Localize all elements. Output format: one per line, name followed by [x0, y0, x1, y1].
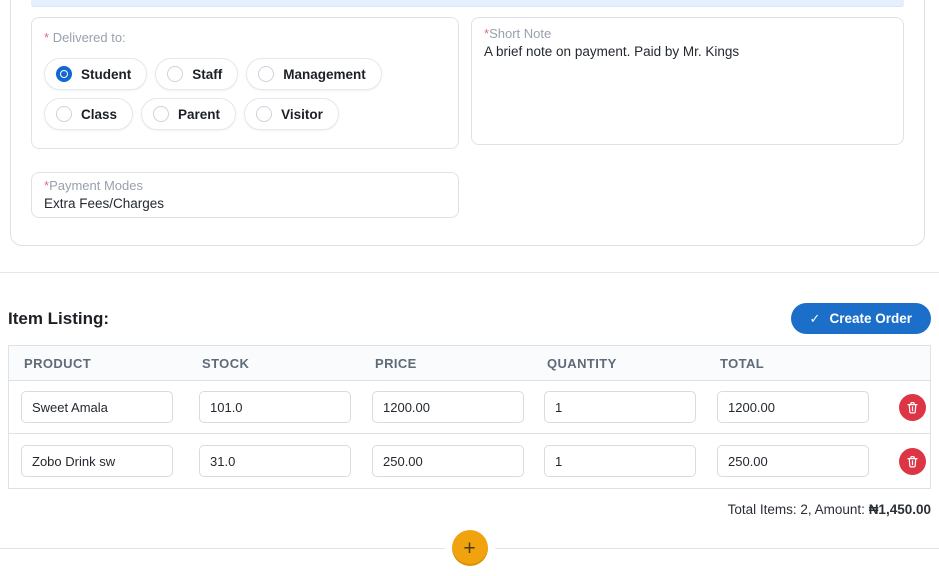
top-highlight-bar — [31, 0, 904, 7]
trash-icon — [906, 401, 919, 414]
delivered-to-group: * Delivered to: Student Staff Management — [31, 17, 459, 149]
divider-line-left — [0, 548, 445, 549]
delivered-to-label-text: Delivered to: — [53, 30, 126, 45]
total-input[interactable] — [717, 445, 869, 477]
product-input[interactable] — [21, 391, 173, 423]
radio-option-label: Management — [283, 67, 366, 82]
order-form-card: * Delivered to: Student Staff Management — [10, 0, 925, 246]
price-input[interactable] — [372, 391, 524, 423]
short-note-value[interactable]: A brief note on payment. Paid by Mr. Kin… — [484, 44, 891, 59]
quantity-input[interactable] — [544, 391, 696, 423]
radio-option-parent[interactable]: Parent — [141, 98, 236, 130]
radio-option-visitor[interactable]: Visitor — [244, 98, 339, 130]
radio-unchecked-icon — [56, 106, 72, 122]
add-item-divider: + — [0, 530, 939, 566]
item-listing-title: Item Listing: — [8, 309, 109, 329]
short-note-field[interactable]: *Short Note A brief note on payment. Pai… — [471, 17, 904, 145]
price-input[interactable] — [372, 445, 524, 477]
stock-input[interactable] — [199, 445, 351, 477]
column-header-quantity: QUANTITY — [532, 356, 705, 371]
delete-item-button[interactable] — [899, 394, 926, 421]
payment-modes-label: *Payment Modes — [44, 178, 446, 193]
radio-unchecked-icon — [167, 66, 183, 82]
radio-option-label: Visitor — [281, 107, 323, 122]
short-note-label: *Short Note — [484, 26, 891, 41]
radio-option-staff[interactable]: Staff — [155, 58, 238, 90]
create-order-label: Create Order — [829, 311, 912, 326]
divider-line-right — [495, 548, 939, 549]
stock-input[interactable] — [199, 391, 351, 423]
radio-option-student[interactable]: Student — [44, 58, 147, 90]
form-top-row: * Delivered to: Student Staff Management — [31, 17, 904, 149]
section-divider — [0, 272, 939, 273]
total-input[interactable] — [717, 391, 869, 423]
order-summary: Total Items: 2, Amount: ₦1,450.00 — [0, 502, 931, 517]
item-listing-header: Item Listing: ✓ Create Order — [8, 303, 931, 334]
radio-unchecked-icon — [153, 106, 169, 122]
delivered-to-label: * Delivered to: — [44, 30, 446, 45]
column-header-total: TOTAL — [705, 356, 877, 371]
column-header-stock: STOCK — [187, 356, 360, 371]
item-table: PRODUCT STOCK PRICE QUANTITY TOTAL — [8, 345, 931, 489]
product-input[interactable] — [21, 445, 173, 477]
table-header-row: PRODUCT STOCK PRICE QUANTITY TOTAL — [9, 346, 930, 381]
delete-item-button[interactable] — [899, 448, 926, 475]
plus-icon: + — [463, 538, 475, 559]
table-row — [9, 381, 930, 433]
trash-icon — [906, 455, 919, 468]
summary-prefix: Total Items: 2, Amount: — [728, 502, 869, 517]
column-header-price: PRICE — [360, 356, 532, 371]
radio-option-management[interactable]: Management — [246, 58, 382, 90]
radio-option-label: Staff — [192, 67, 222, 82]
table-row — [9, 433, 930, 488]
radio-option-class[interactable]: Class — [44, 98, 133, 130]
summary-amount: ₦1,450.00 — [869, 502, 931, 517]
delivered-to-options: Student Staff Management Class Parent — [44, 58, 409, 130]
radio-unchecked-icon — [258, 66, 274, 82]
radio-option-label: Student — [81, 67, 131, 82]
radio-checked-icon — [56, 66, 72, 82]
payment-modes-field[interactable]: *Payment Modes Extra Fees/Charges — [31, 172, 459, 218]
create-order-button[interactable]: ✓ Create Order — [791, 303, 931, 334]
quantity-input[interactable] — [544, 445, 696, 477]
payment-modes-label-text: Payment Modes — [49, 178, 143, 193]
radio-option-label: Parent — [178, 107, 220, 122]
check-icon: ✓ — [810, 311, 821, 327]
add-item-button[interactable]: + — [452, 530, 488, 566]
required-asterisk: * — [44, 30, 49, 45]
short-note-label-text: Short Note — [489, 26, 551, 41]
payment-modes-value[interactable]: Extra Fees/Charges — [44, 196, 446, 211]
radio-unchecked-icon — [256, 106, 272, 122]
column-header-product: PRODUCT — [9, 356, 187, 371]
radio-option-label: Class — [81, 107, 117, 122]
